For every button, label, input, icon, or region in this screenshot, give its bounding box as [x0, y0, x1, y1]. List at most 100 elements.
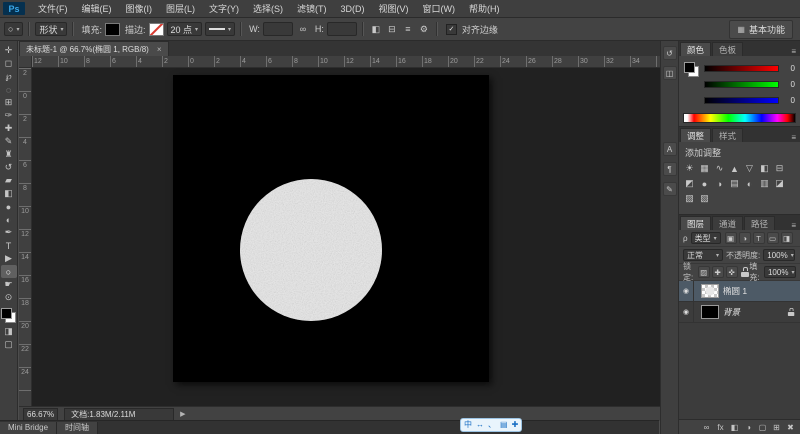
- align-edges-checkbox[interactable]: ✓: [445, 23, 457, 35]
- layer-name[interactable]: 背景: [723, 306, 740, 318]
- stroke-style-dropdown[interactable]: ▾: [205, 22, 236, 36]
- document-info-field[interactable]: 文档:1.83M/2.11M: [64, 407, 175, 421]
- foreground-color-swatch[interactable]: [684, 62, 695, 73]
- opacity-dropdown[interactable]: 100% ▾: [763, 249, 796, 261]
- vibrance-icon[interactable]: ▽: [743, 162, 756, 175]
- color-spectrum-ramp[interactable]: [683, 113, 796, 123]
- menu-select[interactable]: 选择(S): [246, 0, 290, 17]
- lock-position-icon[interactable]: ✜: [725, 266, 738, 278]
- ruler-corner[interactable]: [19, 56, 32, 68]
- workspace-switcher[interactable]: ▦ 基本功能: [729, 19, 793, 39]
- color-balance-icon[interactable]: ⊟: [773, 162, 786, 175]
- menu-3d[interactable]: 3D(D): [334, 0, 372, 17]
- lock-pixels-icon[interactable]: ✚: [711, 266, 724, 278]
- link-layers-icon[interactable]: ∞: [702, 423, 711, 432]
- lasso-tool[interactable]: ℘: [1, 70, 17, 83]
- eraser-tool[interactable]: ▰: [1, 174, 17, 187]
- filter-type-dropdown[interactable]: 类型 ▾: [690, 232, 721, 244]
- history-brush-tool[interactable]: ↺: [1, 161, 17, 174]
- menu-view[interactable]: 视图(V): [372, 0, 416, 17]
- invert-icon[interactable]: ◐: [743, 177, 756, 190]
- path-operations-icon[interactable]: ◧: [369, 22, 383, 36]
- filter-shape-layers-icon[interactable]: ▭: [766, 232, 779, 244]
- foreground-color-swatch[interactable]: [1, 308, 12, 319]
- layer-thumbnail[interactable]: [701, 305, 719, 319]
- foreground-background-swatch[interactable]: [684, 62, 699, 77]
- fill-swatch[interactable]: [105, 22, 120, 36]
- menu-help[interactable]: 帮助(H): [462, 0, 507, 17]
- healing-brush-tool[interactable]: ✚: [1, 122, 17, 135]
- layer-row-background[interactable]: ◉ 背景: [679, 302, 800, 323]
- menu-type[interactable]: 文字(Y): [202, 0, 246, 17]
- ime-width-mode-icon[interactable]: ↔: [476, 421, 484, 429]
- tab-color[interactable]: 颜色: [680, 42, 712, 56]
- path-alignment-icon[interactable]: ⊟: [385, 22, 399, 36]
- menu-window[interactable]: 窗口(W): [416, 0, 463, 17]
- ime-punctuation-icon[interactable]: 、: [488, 421, 496, 429]
- path-selection-tool[interactable]: ▶: [1, 252, 17, 265]
- tab-channels[interactable]: 通道: [712, 216, 744, 230]
- layer-name[interactable]: 椭圆 1: [723, 285, 747, 297]
- visibility-eye-icon[interactable]: ◉: [683, 287, 689, 295]
- move-tool[interactable]: ✛: [1, 44, 17, 57]
- new-group-icon[interactable]: ▢: [758, 423, 767, 432]
- status-arrow-icon[interactable]: ▶: [180, 410, 185, 418]
- zoom-tool[interactable]: ⊙: [1, 291, 17, 304]
- stroke-width-dropdown[interactable]: 20 点 ▾: [166, 22, 203, 36]
- menu-filter[interactable]: 滤镜(T): [290, 0, 334, 17]
- stroke-swatch[interactable]: [148, 22, 164, 36]
- tab-layers[interactable]: 图层: [680, 216, 712, 230]
- photo-filter-icon[interactable]: ●: [698, 177, 711, 190]
- quick-mask-icon[interactable]: ◨: [1, 325, 17, 338]
- channel-mixer-icon[interactable]: ◑: [713, 177, 726, 190]
- marquee-tool[interactable]: ◻: [1, 57, 17, 70]
- black-white-icon[interactable]: ◩: [683, 177, 696, 190]
- tool-mode-dropdown[interactable]: 形状 ▾: [35, 22, 68, 36]
- fill-opacity-dropdown[interactable]: 100% ▾: [763, 266, 796, 278]
- threshold-icon[interactable]: ◪: [773, 177, 786, 190]
- brush-panel-icon[interactable]: ✎: [662, 182, 677, 196]
- tab-timeline[interactable]: 时间轴: [57, 421, 99, 434]
- pasteboard[interactable]: [32, 68, 660, 406]
- layer-row-ellipse[interactable]: ◉ 椭圆 1: [679, 281, 800, 302]
- curves-icon[interactable]: ∿: [713, 162, 726, 175]
- gradient-tool[interactable]: ◧: [1, 187, 17, 200]
- filter-smart-objects-icon[interactable]: ◨: [780, 232, 793, 244]
- color-lookup-icon[interactable]: ▤: [728, 177, 741, 190]
- zoom-level-field[interactable]: 66.67%: [23, 407, 59, 421]
- type-tool[interactable]: T: [1, 239, 17, 252]
- close-icon[interactable]: ×: [157, 45, 162, 54]
- adjustment-layer-icon[interactable]: ◑: [744, 423, 753, 432]
- quick-selection-tool[interactable]: ◌: [1, 83, 17, 96]
- green-slider[interactable]: [704, 81, 779, 88]
- menu-edit[interactable]: 编辑(E): [75, 0, 119, 17]
- character-panel-icon[interactable]: A: [662, 142, 677, 156]
- filter-type-layers-icon[interactable]: T: [752, 232, 765, 244]
- history-panel-icon[interactable]: ↺: [662, 46, 677, 60]
- height-input[interactable]: [326, 22, 357, 36]
- document-tab[interactable]: 未标题-1 @ 66.7%(椭圆 1, RGB/8) ×: [19, 41, 169, 56]
- blend-mode-dropdown[interactable]: 正常 ▾: [683, 249, 723, 261]
- levels-icon[interactable]: ▦: [698, 162, 711, 175]
- hue-saturation-icon[interactable]: ◧: [758, 162, 771, 175]
- screen-mode-icon[interactable]: ▢: [1, 338, 17, 351]
- filter-pixel-layers-icon[interactable]: ▣: [724, 232, 737, 244]
- menu-image[interactable]: 图像(I): [119, 0, 160, 17]
- brush-tool[interactable]: ✎: [1, 135, 17, 148]
- dodge-tool[interactable]: ◐: [1, 213, 17, 226]
- properties-panel-icon[interactable]: ◫: [662, 66, 677, 80]
- tab-adjustments[interactable]: 调整: [680, 128, 712, 142]
- lock-transparency-icon[interactable]: ▨: [697, 266, 710, 278]
- link-dimensions-icon[interactable]: ∞: [296, 22, 310, 36]
- pen-tool[interactable]: ✒: [1, 226, 17, 239]
- menu-layer[interactable]: 图层(L): [159, 0, 202, 17]
- width-input[interactable]: [262, 22, 293, 36]
- gear-icon[interactable]: ⚙: [417, 22, 431, 36]
- gradient-map-icon[interactable]: ▨: [683, 192, 696, 205]
- paragraph-panel-icon[interactable]: ¶: [662, 162, 677, 176]
- tab-styles[interactable]: 样式: [712, 128, 744, 142]
- layer-thumbnail[interactable]: [701, 284, 719, 298]
- path-arrangement-icon[interactable]: ≡: [401, 22, 415, 36]
- ime-settings-icon[interactable]: ✚: [512, 421, 519, 429]
- blur-tool[interactable]: ●: [1, 200, 17, 213]
